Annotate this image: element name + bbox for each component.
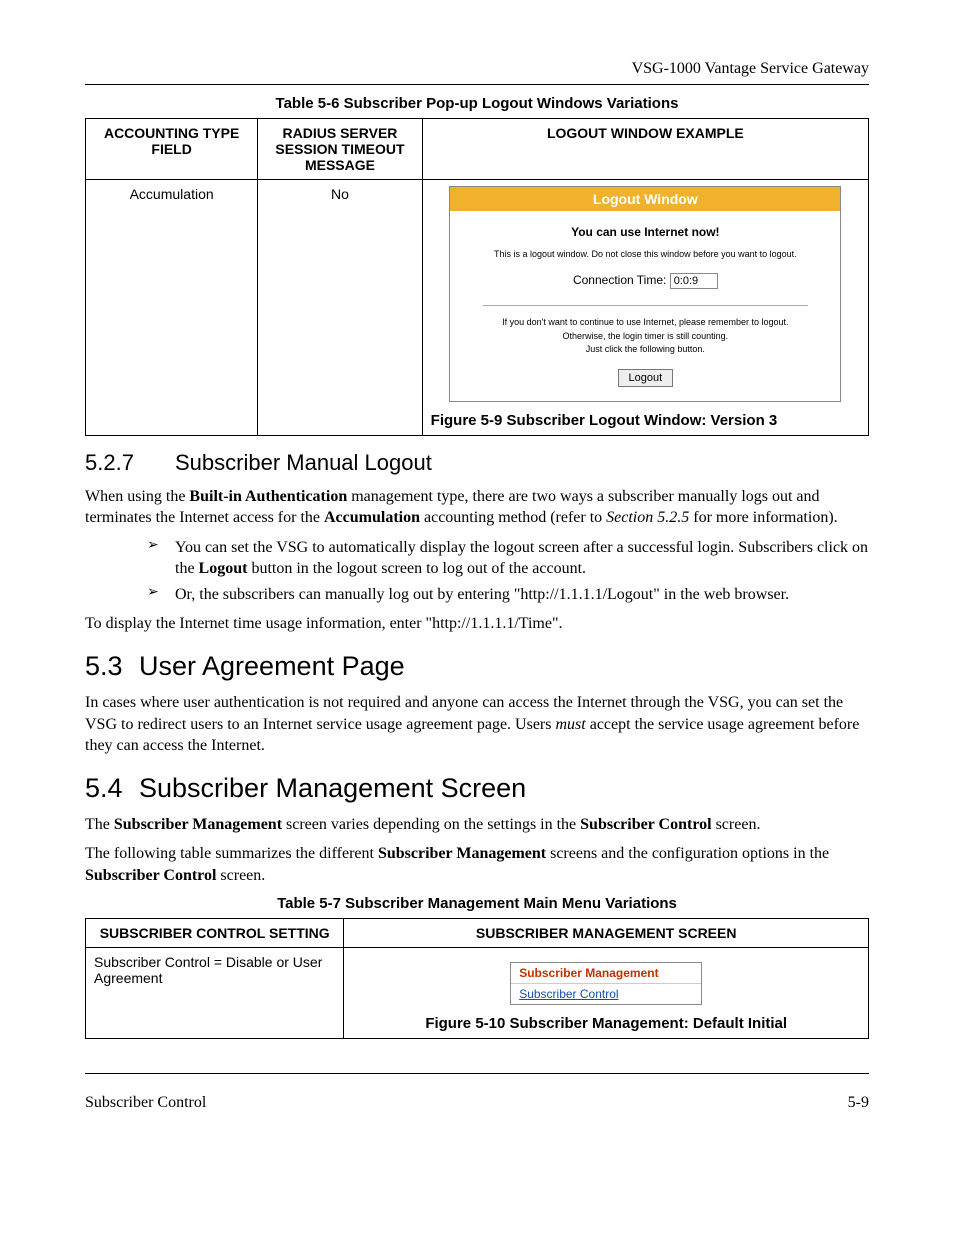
text-italic: must <box>555 716 585 733</box>
table-row: SUBSCRIBER CONTROL SETTING SUBSCRIBER MA… <box>86 918 869 947</box>
text-bold: Subscriber Management <box>114 816 282 833</box>
logout-note: If you don't want to continue to use Int… <box>454 316 836 357</box>
table-cell: Accumulation <box>86 180 258 436</box>
text-bold: Subscriber Control <box>85 867 216 884</box>
table-5-7: SUBSCRIBER CONTROL SETTING SUBSCRIBER MA… <box>85 918 869 1039</box>
table-cell: Subscriber Management Subscriber Control… <box>344 947 869 1038</box>
table-5-6-caption: Table 5-6 Subscriber Pop-up Logout Windo… <box>85 95 869 112</box>
table-5-6: ACCOUNTING TYPE FIELD RADIUS SERVER SESS… <box>85 118 869 436</box>
footer-right: 5-9 <box>848 1094 869 1112</box>
connection-time-label: Connection Time: <box>573 273 666 287</box>
logout-main-text: You can use Internet now! <box>454 225 836 239</box>
heading-title: Subscriber Management Screen <box>139 773 526 803</box>
table-header: LOGOUT WINDOW EXAMPLE <box>422 119 868 180</box>
footer-rule <box>85 1073 869 1074</box>
paragraph: The following table summarizes the diffe… <box>85 843 869 886</box>
running-header: VSG-1000 Vantage Service Gateway <box>85 60 869 78</box>
text: screen. <box>712 816 761 833</box>
subscriber-control-link-row: Subscriber Control <box>511 984 701 1004</box>
subscriber-control-link[interactable]: Subscriber Control <box>519 987 618 1001</box>
logout-divider <box>483 305 808 306</box>
paragraph: To display the Internet time usage infor… <box>85 613 869 635</box>
heading-5-3: 5.3User Agreement Page <box>85 651 869 682</box>
heading-number: 5.4 <box>85 773 139 804</box>
text: screen. <box>216 867 265 884</box>
table-header: RADIUS SERVER SESSION TIMEOUT MESSAGE <box>258 119 422 180</box>
text-bold: Subscriber Control <box>580 816 711 833</box>
logout-window: Logout Window You can use Internet now! … <box>449 186 841 402</box>
figure-5-10-caption: Figure 5-10 Subscriber Management: Defau… <box>352 1015 860 1032</box>
heading-title: User Agreement Page <box>139 651 405 681</box>
page-footer: Subscriber Control 5-9 <box>85 1094 869 1112</box>
heading-title: Subscriber Manual Logout <box>175 450 432 475</box>
table-header: SUBSCRIBER MANAGEMENT SCREEN <box>344 918 869 947</box>
connection-time-input[interactable] <box>670 273 718 289</box>
table-row: Accumulation No Logout Window You can us… <box>86 180 869 436</box>
table-cell: Logout Window You can use Internet now! … <box>422 180 868 436</box>
table-cell: Subscriber Control = Disable or User Agr… <box>86 947 344 1038</box>
paragraph: The Subscriber Management screen varies … <box>85 814 869 836</box>
text: The <box>85 816 114 833</box>
table-header: SUBSCRIBER CONTROL SETTING <box>86 918 344 947</box>
paragraph: When using the Built-in Authentication m… <box>85 486 869 529</box>
text-bold: Built-in Authentication <box>189 488 347 505</box>
text: When using the <box>85 488 189 505</box>
table-5-7-caption: Table 5-7 Subscriber Management Main Men… <box>85 895 869 912</box>
list-item: You can set the VSG to automatically dis… <box>175 537 869 580</box>
text: button in the logout screen to log out o… <box>247 560 586 577</box>
heading-5-4: 5.4Subscriber Management Screen <box>85 773 869 804</box>
logout-window-title: Logout Window <box>450 187 840 211</box>
subscriber-management-header: Subscriber Management <box>511 963 701 984</box>
header-rule <box>85 84 869 85</box>
text-bold: Accumulation <box>324 509 420 526</box>
paragraph: In cases where user authentication is no… <box>85 692 869 757</box>
heading-5-2-7: 5.2.7Subscriber Manual Logout <box>85 450 869 476</box>
table-cell: No <box>258 180 422 436</box>
text: The following table summarizes the diffe… <box>85 845 378 862</box>
text: accounting method (refer to <box>420 509 606 526</box>
table-row: ACCOUNTING TYPE FIELD RADIUS SERVER SESS… <box>86 119 869 180</box>
heading-number: 5.2.7 <box>85 450 175 476</box>
text-bold: Subscriber Management <box>378 845 546 862</box>
footer-left: Subscriber Control <box>85 1094 206 1112</box>
text-bold: Logout <box>199 560 248 577</box>
list-item: Or, the subscribers can manually log out… <box>175 584 869 606</box>
connection-time-field: Connection Time: <box>454 273 836 289</box>
logout-button[interactable]: Logout <box>618 369 674 387</box>
figure-5-9-caption: Figure 5-9 Subscriber Logout Window: Ver… <box>431 412 860 429</box>
logout-sub-text: This is a logout window. Do not close th… <box>454 249 836 259</box>
text: for more information). <box>689 509 837 526</box>
text: screens and the configuration options in… <box>546 845 829 862</box>
table-row: Subscriber Control = Disable or User Agr… <box>86 947 869 1038</box>
bullet-list: You can set the VSG to automatically dis… <box>85 537 869 606</box>
subscriber-management-panel: Subscriber Management Subscriber Control <box>510 962 702 1005</box>
text-italic: Section 5.2.5 <box>606 509 689 526</box>
logout-note-line: If you don't want to continue to use Int… <box>502 317 788 327</box>
heading-number: 5.3 <box>85 651 139 682</box>
logout-note-line: Just click the following button. <box>586 344 705 354</box>
text: screen varies depending on the settings … <box>282 816 580 833</box>
logout-note-line: Otherwise, the login timer is still coun… <box>563 331 729 341</box>
table-header: ACCOUNTING TYPE FIELD <box>86 119 258 180</box>
logout-window-body: You can use Internet now! This is a logo… <box>450 211 840 401</box>
